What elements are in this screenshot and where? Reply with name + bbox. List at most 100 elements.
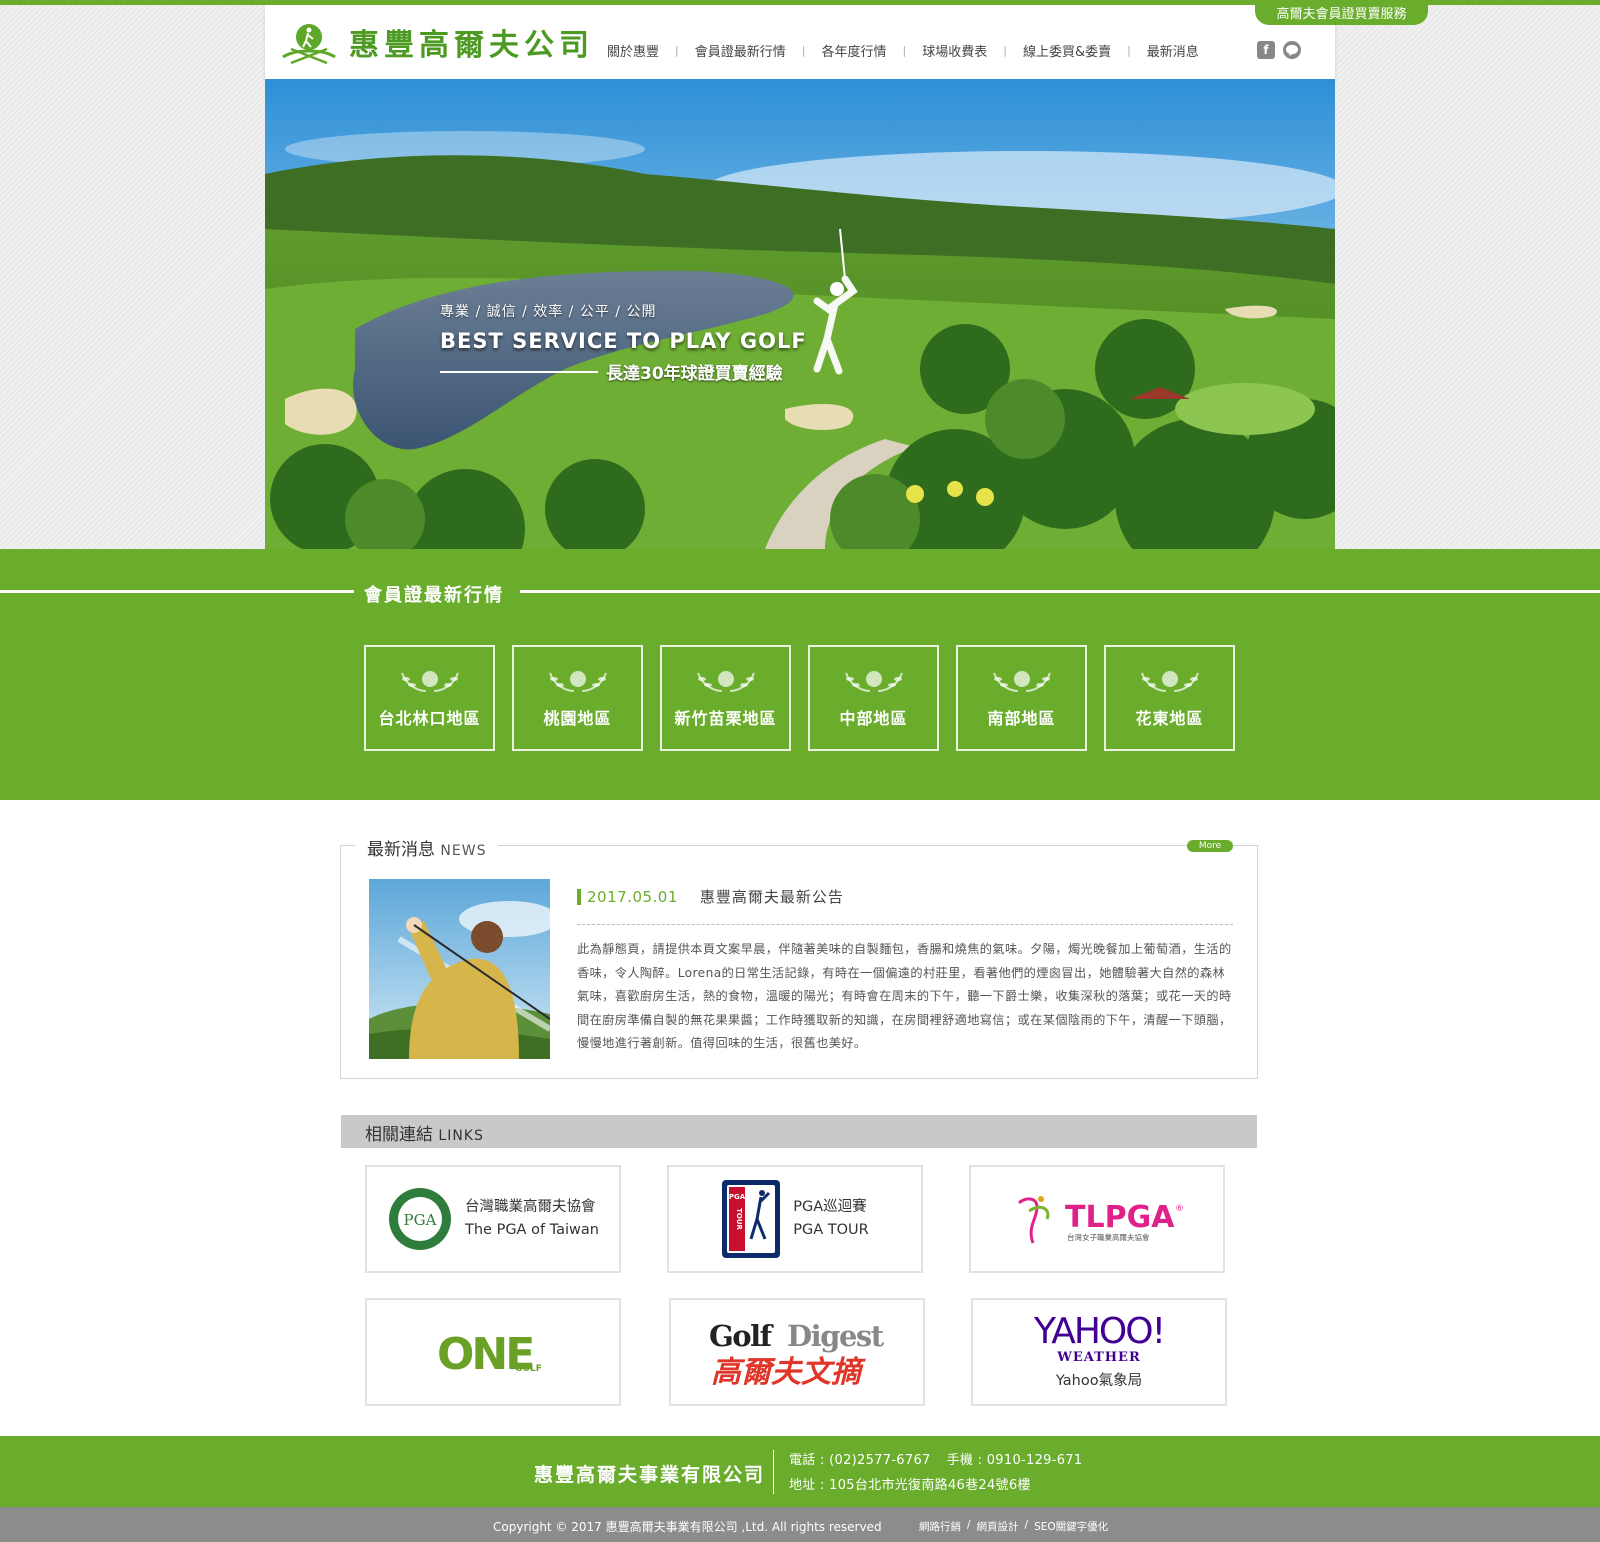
nav-market[interactable]: 會員證最新行情 (693, 41, 788, 60)
footer-phone: 電話 : (02)2577-6767 (789, 1453, 931, 1468)
hero-tagline-row: 長達30年球證買賣經驗 (440, 359, 807, 384)
golf-digest-name-zh: 高爾夫文摘 (711, 1355, 866, 1388)
laurel-icon (696, 671, 755, 692)
nav-separator: | (675, 44, 679, 57)
pga-tour-badge-side: TOUR (735, 1208, 743, 1230)
pga-taiwan-logo: PGA (389, 1188, 451, 1250)
service-tab[interactable]: 高爾夫會員證買賣服務 (1255, 5, 1428, 25)
tlpga-registered: ® (1175, 1204, 1184, 1214)
pga-tour-badge-top: PGA (729, 1193, 746, 1201)
region-label: 中部地區 (839, 709, 908, 728)
hero-tagline: 長達30年球證買賣經驗 (606, 364, 783, 384)
copyright-text: Copyright © 2017 惠豐高爾夫事業有限公司 ,Ltd. All r… (493, 1520, 882, 1534)
pga-taiwan-name-zh: 台灣職業高爾夫協會 (465, 1199, 596, 1215)
region-label: 花東地區 (1135, 709, 1204, 728)
logo-text: 惠豐高爾夫公司 (349, 28, 594, 63)
laurel-icon (992, 671, 1051, 692)
pga-taiwan-name-en: The PGA of Taiwan (465, 1222, 599, 1238)
social-links: f (1257, 41, 1301, 59)
pga-tour-text: PGA巡迴賽 PGA TOUR (793, 1196, 868, 1242)
footer-company: 惠豐高爾夫事業有限公司 (534, 1464, 766, 1486)
nav-separator: | (1003, 44, 1007, 57)
news-headline[interactable]: 惠豐高爾夫最新公告 (700, 886, 844, 907)
news-date: 2017.05.01 (587, 887, 678, 906)
section-rule (520, 590, 1600, 593)
market-title: 會員證最新行情 (364, 585, 504, 606)
region-label: 新竹苗栗地區 (674, 709, 777, 728)
link-yahoo-weather[interactable]: YAHOO! WEATHER Yahoo氣象局 (971, 1298, 1227, 1406)
link-tlpga[interactable]: TLPGA ® 台灣女子職業高爾夫協會 (969, 1165, 1225, 1273)
nav-online-trade[interactable]: 線上委買&委賣 (1021, 41, 1113, 60)
region-hualien-taitung[interactable]: 花東地區 (1104, 645, 1235, 751)
laurel-icon (548, 671, 607, 692)
nav-about[interactable]: 關於惠豐 (605, 41, 661, 60)
site-header: 高爾夫會員證買賣服務 惠豐高爾夫公司 關於惠豐 | 會員證最新行情 | 各年度行… (265, 5, 1428, 79)
link-golf-digest[interactable]: Golf Digest 高爾夫文摘 (669, 1298, 925, 1406)
nav-separator: | (902, 44, 907, 57)
link-one-golf[interactable]: ONE GOLF (365, 1298, 621, 1406)
nav-separator: | (1127, 44, 1131, 57)
golfer-logo-icon (282, 24, 336, 65)
footer-phone-row: 電話 : (02)2577-6767 手機 : 0910-129-671 (789, 1448, 1082, 1473)
nav-news[interactable]: 最新消息 (1145, 41, 1201, 60)
golf-digest-wordmark-b: Digest (787, 1319, 885, 1353)
news-thumbnail[interactable] (369, 879, 550, 1059)
credit-separator: / (967, 1519, 971, 1531)
region-taoyuan[interactable]: 桃園地區 (512, 645, 643, 751)
region-hsinchu-miaoli[interactable]: 新竹苗栗地區 (660, 645, 791, 751)
site-footer: 惠豐高爾夫事業有限公司 電話 : (02)2577-6767 手機 : 0910… (0, 1436, 1600, 1507)
pga-taiwan-badge: PGA (404, 1211, 437, 1229)
market-section: 會員證最新行情 台北林口地區 桃園地區 新竹苗栗地區 中部地區 南部地區 花東地… (0, 549, 1600, 800)
links-title-en: LINKS (438, 1128, 484, 1144)
link-pga-taiwan[interactable]: PGA 台灣職業高爾夫協會 The PGA of Taiwan (365, 1165, 621, 1273)
news-title: 最新消息 (367, 840, 435, 860)
pga-tour-logo: PGA TOUR (722, 1180, 781, 1258)
credit-marketing[interactable]: 網路行銷 (919, 1519, 961, 1534)
logo[interactable]: 惠豐高爾夫公司 (277, 19, 594, 65)
footer-contact: 電話 : (02)2577-6767 手機 : 0910-129-671 地址 … (789, 1448, 1082, 1498)
footer-mobile: 手機 : 0910-129-671 (946, 1453, 1083, 1468)
pga-tour-name-en: PGA TOUR (793, 1222, 869, 1238)
news-more-button[interactable]: More (1187, 840, 1233, 852)
laurel-icon (400, 671, 459, 692)
pga-tour-name-zh: PGA巡迴賽 (793, 1199, 867, 1215)
news-title-en: NEWS (440, 843, 487, 859)
link-pga-tour[interactable]: PGA TOUR PGA巡迴賽 PGA TOUR (667, 1165, 923, 1273)
hero-title: BEST SERVICE TO PLAY GOLF (440, 329, 807, 353)
nav-fees[interactable]: 球場收費表 (920, 41, 989, 60)
region-central[interactable]: 中部地區 (808, 645, 939, 751)
tlpga-logo: TLPGA ® 台灣女子職業高爾夫協會 (1017, 1196, 1184, 1244)
golfer-photo (369, 879, 550, 1059)
links-title: 相關連結 (365, 1125, 433, 1145)
laurel-icon (1140, 671, 1199, 692)
golf-digest-wordmark-a: Golf (709, 1319, 775, 1353)
nav-separator: | (801, 44, 806, 57)
news-body: 此為靜態頁，請提供本頁文案早晨，伴隨著美味的自製麵包，香腸和燒焦的氣味。夕陽，燭… (577, 942, 1232, 1050)
news-section: 最新消息 NEWS More 2017.05.01 惠豐高爾夫最新公告 此為靜態… (340, 835, 1258, 1079)
news-date-marker (577, 888, 581, 905)
tlpga-subtitle: 台灣女子職業高爾夫協會 (1067, 1232, 1150, 1242)
credit-links: 網路行銷 / 網頁設計 / SEO關鍵字優化 (919, 1519, 1108, 1534)
footer-divider (773, 1450, 774, 1494)
laurel-icon (844, 671, 903, 692)
one-golf-logo: ONE GOLF (437, 1329, 542, 1377)
region-south[interactable]: 南部地區 (956, 645, 1087, 751)
region-taipei-linkou[interactable]: 台北林口地區 (364, 645, 495, 751)
line-icon[interactable] (1283, 41, 1301, 59)
yahoo-weather-sub: WEATHER (1057, 1350, 1141, 1365)
nav-yearly[interactable]: 各年度行情 (819, 41, 888, 60)
news-meta: 2017.05.01 惠豐高爾夫最新公告 (577, 886, 844, 907)
region-label: 桃園地區 (543, 709, 612, 728)
credit-seo[interactable]: SEO關鍵字優化 (1034, 1519, 1108, 1534)
section-rule (0, 590, 354, 593)
facebook-icon[interactable]: f (1257, 41, 1275, 59)
yahoo-weather-logo: YAHOO! WEATHER Yahoo氣象局 (1034, 1314, 1166, 1390)
credit-web-design[interactable]: 網頁設計 (977, 1519, 1019, 1534)
region-list: 台北林口地區 桃園地區 新竹苗栗地區 中部地區 南部地區 花東地區 (364, 645, 1235, 751)
region-label: 南部地區 (987, 709, 1056, 728)
copyright-bar: Copyright © 2017 惠豐高爾夫事業有限公司 ,Ltd. All r… (0, 1507, 1600, 1542)
one-golf-sub: GOLF (515, 1364, 542, 1374)
golf-digest-logo: Golf Digest 高爾夫文摘 (709, 1319, 886, 1388)
hero-banner: 專業 / 誠信 / 效率 / 公平 / 公開 BEST SERVICE TO P… (265, 79, 1335, 549)
links-heading: 相關連結 LINKS (365, 1120, 484, 1145)
